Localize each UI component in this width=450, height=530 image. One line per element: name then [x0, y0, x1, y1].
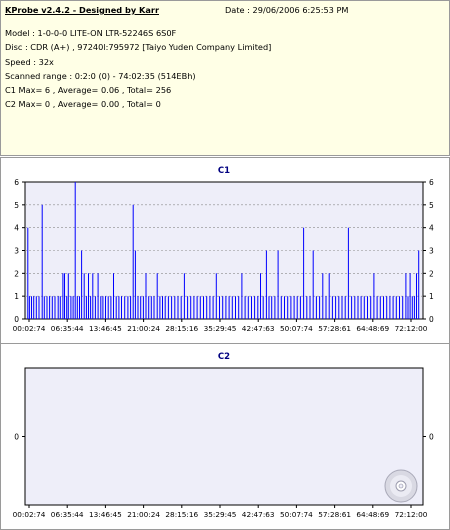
chart-title: C1 [218, 166, 230, 176]
x-tick-label: 06:35:44 [51, 324, 84, 333]
y-tick-label: 1 [14, 292, 19, 301]
x-tick-label: 00:02:74 [13, 324, 46, 333]
scanned-range: Scanned range : 0:2:0 (0) - 74:02:35 (51… [5, 71, 196, 81]
c1-stats: C1 Max= 6 , Average= 0.06 , Total= 256 [5, 85, 172, 95]
disc-info-panel: KProbe v2.4.2 - Designed by Karr Date : … [0, 0, 450, 156]
x-tick-label: 42:47:63 [242, 324, 275, 333]
y-tick-label: 0 [14, 433, 19, 442]
y-tick-label: 3 [14, 247, 19, 256]
x-tick-label: 35:29:45 [204, 510, 237, 519]
app-title: KProbe v2.4.2 - Designed by Karr [5, 5, 159, 15]
x-tick-label: 13:46:45 [89, 510, 122, 519]
x-tick-label: 06:35:44 [51, 510, 84, 519]
y-tick-label-right: 3 [429, 247, 434, 256]
c1-chart-panel: C1 0 0 1 1 2 2 3 3 4 4 5 5 6 6 00:02:74 06:35:44 13:46:45… [0, 157, 450, 345]
disc-icon [384, 469, 418, 503]
y-tick-label-right: 0 [429, 433, 434, 442]
y-tick-label-right: 6 [429, 178, 434, 187]
x-tick-label: 42:47:63 [242, 510, 275, 519]
x-tick-label: 57:28:61 [318, 510, 351, 519]
y-tick-label-right: 2 [429, 269, 434, 278]
c2-stats: C2 Max= 0 , Average= 0.00 , Total= 0 [5, 99, 161, 109]
c2-chart-panel: C2 0 0 00:02:74 06:35:44 13:46:45 21:00:24 28:1… [0, 343, 450, 530]
y-tick-label: 6 [14, 178, 19, 187]
y-tick-label: 4 [14, 224, 19, 233]
x-tick-label: 64:48:69 [356, 324, 389, 333]
c2-chart: C2 0 0 00:02:74 06:35:44 13:46:45 21:00:24 28:1… [13, 352, 434, 519]
x-tick-label: 50:07:74 [280, 510, 313, 519]
y-tick-label-right: 5 [429, 201, 434, 210]
x-tick-label: 28:15:16 [165, 324, 198, 333]
x-tick-label: 28:15:16 [165, 510, 198, 519]
x-tick-label: 50:07:74 [280, 324, 313, 333]
x-tick-label: 21:00:24 [127, 510, 160, 519]
x-tick-label: 00:02:74 [13, 510, 46, 519]
y-tick-label: 0 [14, 315, 19, 324]
drive-model: Model : 1-0-0-0 LITE-ON LTR-52246S 6S0F [5, 28, 177, 38]
y-tick-label-right: 1 [429, 292, 434, 301]
disc-info: Disc : CDR (A+) , 97240l:795972 [Taiyo Y… [5, 42, 272, 52]
y-tick-label: 2 [14, 269, 19, 278]
y-tick-label-right: 4 [429, 224, 434, 233]
chart-title: C2 [218, 352, 230, 362]
plot-area [24, 367, 424, 506]
scan-date: Date : 29/06/2006 6:25:53 PM [225, 5, 349, 15]
y-tick-label-right: 0 [429, 315, 434, 324]
y-tick-label: 5 [14, 201, 19, 210]
x-tick-label: 57:28:61 [318, 324, 351, 333]
c1-chart: C1 0 0 1 1 2 2 3 3 4 4 5 5 6 6 00:02:74 06:35:44 13:46:45… [13, 166, 434, 333]
scan-speed: Speed : 32x [5, 57, 54, 67]
x-tick-label: 21:00:24 [127, 324, 160, 333]
x-tick-label: 35:29:45 [204, 324, 237, 333]
x-tick-label: 64:48:69 [356, 510, 389, 519]
x-tick-label: 72:12:00 [395, 510, 428, 519]
x-tick-label: 13:46:45 [89, 324, 122, 333]
x-tick-label: 72:12:00 [395, 324, 428, 333]
